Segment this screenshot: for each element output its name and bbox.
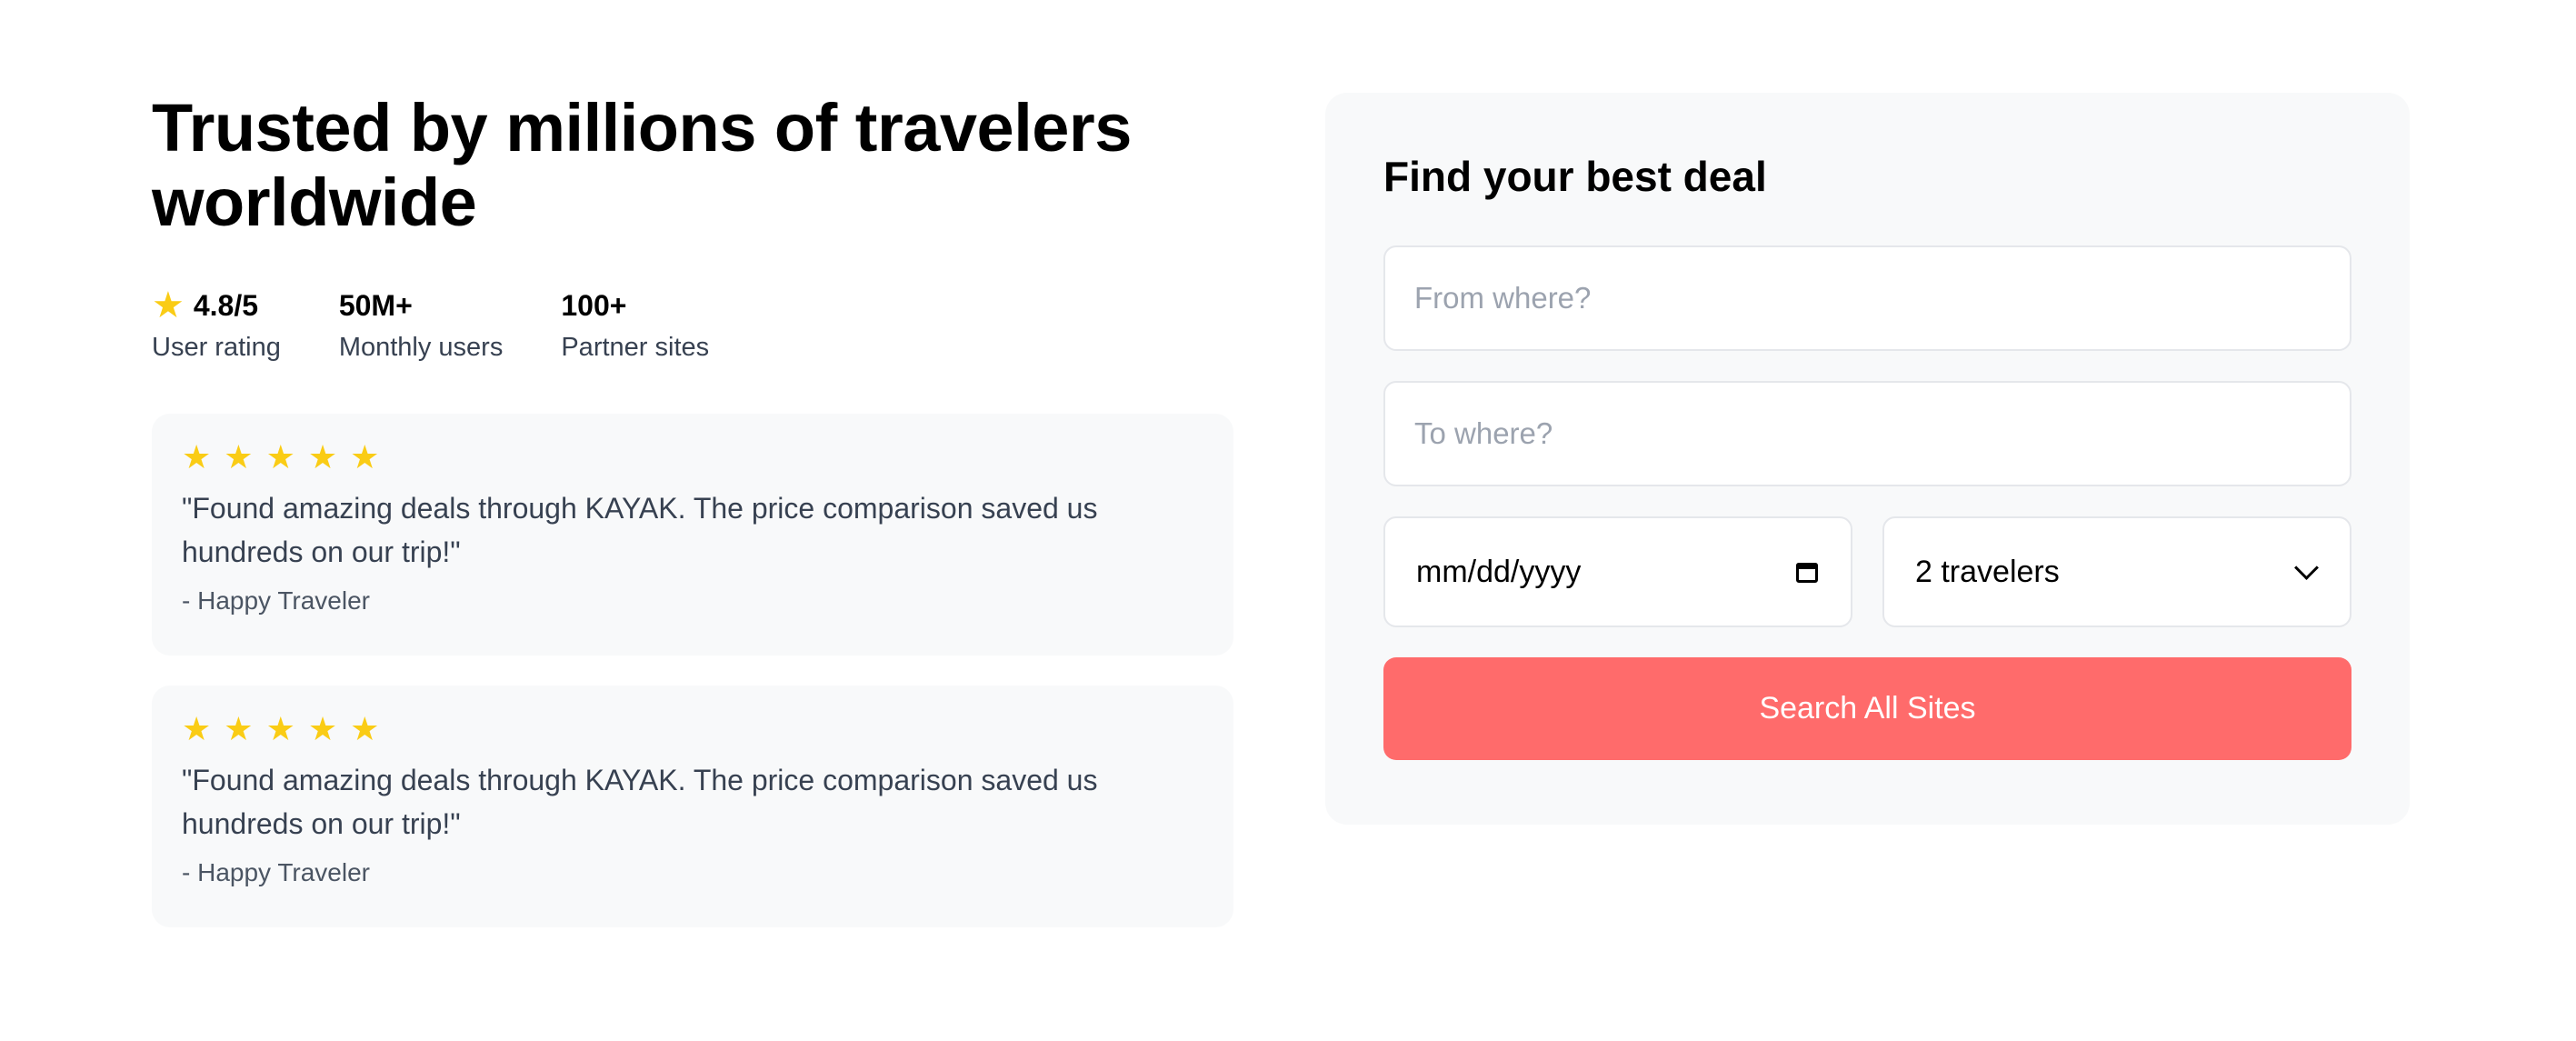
stat-value: 100+ (561, 288, 627, 322)
stat-label: User rating (152, 333, 281, 362)
page-title: Trusted by millions of travelers worldwi… (152, 90, 1132, 240)
travelers-select-value: 2 travelers (1915, 554, 2060, 589)
trust-section: Trusted by millions of travelers worldwi… (152, 91, 1233, 957)
star-icon: ★ (307, 438, 338, 475)
date-input[interactable]: mm/dd/yyyy (1383, 516, 1852, 627)
reviews-list: ★ ★ ★ ★ ★ "Found amazing deals through K… (152, 414, 1233, 927)
review-author: - Happy Traveler (182, 586, 370, 615)
calendar-icon[interactable] (1796, 559, 1822, 585)
rating-stars: ★ ★ ★ ★ ★ (182, 439, 1203, 475)
rating-stars: ★ ★ ★ ★ ★ (182, 711, 1203, 747)
to-input[interactable] (1383, 381, 2351, 486)
star-icon: ★ (224, 438, 254, 475)
search-all-sites-button[interactable]: Search All Sites (1383, 657, 2351, 760)
stat-users: 50M+ Monthly users (339, 285, 504, 363)
search-card: Find your best deal mm/dd/yyyy 2 travele… (1325, 93, 2410, 825)
star-icon: ★ (350, 710, 380, 747)
star-icon: ★ (307, 710, 338, 747)
stat-value: 50M+ (338, 288, 413, 322)
search-card-title: Find your best deal (1383, 153, 1767, 200)
stat-rating: ★ 4.8/5 User rating (152, 285, 281, 363)
review-quote: "Found amazing deals through KAYAK. The … (182, 764, 1098, 840)
review-quote: "Found amazing deals through KAYAK. The … (182, 492, 1098, 568)
star-icon: ★ (265, 438, 295, 475)
star-icon: ★ (350, 438, 380, 475)
star-icon: ★ (265, 710, 295, 747)
stats-row: ★ 4.8/5 User rating 50M+ Monthly users 1… (152, 285, 1233, 363)
star-icon: ★ (224, 710, 254, 747)
stat-label: Partner sites (561, 333, 710, 362)
stat-value: 4.8/5 (193, 288, 259, 322)
stat-label: Monthly users (338, 333, 504, 362)
star-icon: ★ (152, 285, 185, 325)
review-card: ★ ★ ★ ★ ★ "Found amazing deals through K… (152, 686, 1233, 927)
travelers-select[interactable]: 2 travelers (1882, 516, 2351, 627)
chevron-down-icon (2294, 555, 2319, 580)
review-author: - Happy Traveler (182, 858, 370, 886)
date-input-value: mm/dd/yyyy (1416, 554, 1582, 589)
date-travelers-row: mm/dd/yyyy 2 travelers (1383, 516, 2351, 627)
stat-partners: 100+ Partner sites (561, 285, 709, 363)
star-icon: ★ (182, 710, 212, 747)
review-card: ★ ★ ★ ★ ★ "Found amazing deals through K… (152, 414, 1233, 656)
from-input[interactable] (1383, 245, 2351, 351)
star-icon: ★ (182, 438, 212, 475)
